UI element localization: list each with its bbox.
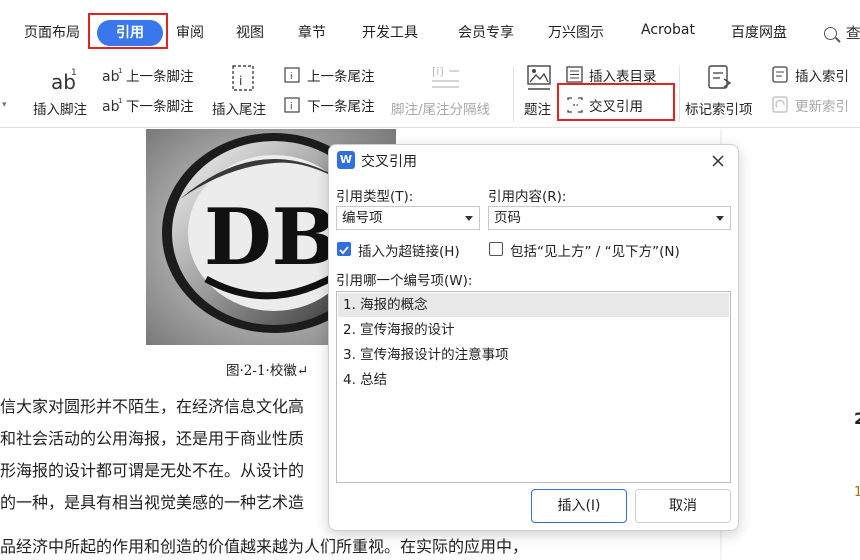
chevron-down-icon — [465, 216, 473, 221]
prev-endnote-label: 上一条尾注 — [307, 69, 375, 85]
tab-baidu-netdisk[interactable]: 百度网盘 — [731, 22, 787, 42]
next-footnote-button[interactable]: ab 1 下一条脚注 — [102, 95, 194, 115]
ref-content-value: 页码 — [494, 210, 521, 226]
tab-page-layout[interactable]: 页面布局 — [24, 22, 80, 42]
insert-table-of-figures-button[interactable]: 插入表目录 — [565, 65, 657, 85]
update-index-icon — [771, 96, 791, 114]
next-endnote-button[interactable]: i 下一条尾注 — [283, 95, 375, 115]
numbered-items-list[interactable]: 1. 海报的概念 2. 宣传海报的设计 3. 宣传海报设计的注意事项 4. 总结 — [336, 291, 731, 483]
caption-icon — [524, 62, 554, 94]
insert-footnote-button[interactable]: 插入脚注 — [33, 98, 87, 118]
cross-reference-icon — [565, 96, 585, 114]
insert-table-of-figures-label: 插入表目录 — [589, 69, 657, 85]
document-page-right[interactable]: 2 1 — [722, 129, 860, 560]
search-icon — [824, 27, 837, 40]
tab-member-exclusive[interactable]: 会员专享 — [458, 22, 514, 42]
svg-text:i: i — [290, 102, 293, 112]
svg-text:1: 1 — [71, 68, 77, 78]
ref-type-value: 编号项 — [342, 210, 383, 226]
svg-text:1: 1 — [118, 97, 122, 105]
cross-reference-dialog: W 交叉引用 引用类型(T): 编号项 引用内容(R): 页码 插入为超链接(H… — [328, 144, 739, 531]
paragraph-line: 信大家对圆形并不陌生，在经济信息文化高 — [0, 397, 305, 416]
include-above-below-label: 包括“见上方” / “见下方”(N) — [510, 244, 680, 260]
list-item[interactable]: 4. 总结 — [338, 368, 729, 392]
list-item[interactable]: 3. 宣传海报设计的注意事项 — [338, 343, 729, 367]
next-footnote-icon: ab 1 — [102, 96, 122, 115]
next-endnote-icon: i — [283, 96, 303, 114]
paragraph-line: 形海报的设计都可谓是无处不在。从设计的 — [0, 461, 305, 480]
insert-hyperlink-label: 插入为超链接(H) — [358, 244, 460, 260]
insert-footnote-icon: ab 1 — [46, 64, 80, 94]
close-icon — [712, 155, 724, 167]
checkmark-icon — [339, 246, 349, 255]
which-item-label: 引用哪一个编号项(W): — [336, 273, 473, 289]
dialog-title: 交叉引用 — [361, 154, 417, 170]
prev-endnote-icon: i — [283, 66, 303, 84]
list-item[interactable]: 2. 宣传海报的设计 — [338, 318, 729, 342]
ribbon-scroll-left-icon[interactable]: ▾ — [2, 100, 7, 110]
side-page-number: 1 — [854, 485, 860, 500]
list-item[interactable]: 1. 海报的概念 — [338, 293, 729, 317]
tab-acrobat[interactable]: Acrobat — [641, 22, 695, 38]
ribbon-toolbar: ▾ ab 1 插入脚注 ab 1 上一条脚注 ab 1 下一条脚注 i 插入尾注 i… — [0, 58, 860, 128]
ref-type-select[interactable]: 编号项 — [336, 206, 480, 230]
footnote-separator-button[interactable]: 脚注/尾注分隔线 — [391, 98, 490, 118]
cancel-button[interactable]: 取消 — [635, 489, 731, 523]
update-index-label: 更新索引 — [795, 99, 849, 115]
mark-index-entry-icon — [704, 62, 736, 94]
svg-text:i: i — [290, 72, 293, 82]
insert-endnote-button[interactable]: 插入尾注 — [212, 98, 266, 118]
tab-references[interactable]: 引用 — [97, 20, 163, 46]
include-above-below-checkbox[interactable] — [489, 242, 503, 256]
ref-content-select[interactable]: 页码 — [488, 206, 731, 230]
menu-tab-bar: 页面布局 引用 审阅 视图 章节 开发工具 会员专享 万兴图示 Acrobat … — [0, 0, 860, 58]
table-of-figures-icon — [565, 66, 585, 84]
next-footnote-label: 下一条脚注 — [126, 99, 194, 115]
ribbon-separator — [513, 66, 514, 122]
prev-footnote-icon: ab 1 — [102, 66, 122, 85]
search-label: 查 — [845, 24, 860, 42]
svg-text:DB: DB — [204, 192, 338, 283]
ref-type-label: 引用类型(T): — [336, 189, 414, 205]
paragraph-line: 品经济中所起的作用和创造的价值越来越为人们所重视。在实际的应用中， — [0, 537, 529, 556]
paragraph-line: 和社会活动的公用海报，还是用于商业性质 — [0, 429, 305, 448]
svg-text:ab: ab — [102, 99, 120, 114]
side-page-number: 2 — [854, 409, 860, 428]
tab-wondershare-diagram[interactable]: 万兴图示 — [548, 22, 604, 42]
search-button[interactable]: 查 — [824, 22, 860, 44]
next-endnote-label: 下一条尾注 — [307, 99, 375, 115]
tab-chapter[interactable]: 章节 — [298, 22, 326, 42]
insert-hyperlink-checkbox[interactable] — [337, 242, 351, 256]
tab-view[interactable]: 视图 — [236, 22, 264, 42]
cross-reference-button[interactable]: 交叉引用 — [565, 95, 643, 115]
prev-footnote-label: 上一条脚注 — [126, 69, 194, 85]
svg-text:i: i — [239, 74, 242, 88]
caption-button[interactable]: 题注 — [524, 98, 551, 118]
close-button[interactable] — [709, 152, 727, 170]
ref-content-label: 引用内容(R): — [488, 189, 567, 205]
cross-reference-label: 交叉引用 — [589, 99, 643, 115]
insert-index-label: 插入索引 — [795, 69, 849, 85]
wps-writer-logo-icon: W — [337, 151, 355, 169]
svg-text:ab: ab — [102, 69, 120, 84]
tab-review[interactable]: 审阅 — [176, 22, 204, 42]
chevron-down-icon — [716, 216, 724, 221]
svg-text:[i]: [i] — [432, 65, 444, 78]
svg-text:1: 1 — [118, 67, 122, 75]
mark-index-entry-button[interactable]: 标记索引项 — [685, 98, 753, 118]
update-index-button[interactable]: 更新索引 — [771, 95, 849, 115]
ribbon-separator — [679, 66, 680, 122]
prev-endnote-button[interactable]: i 上一条尾注 — [283, 65, 375, 85]
insert-index-button[interactable]: 插入索引 — [771, 65, 849, 85]
prev-footnote-button[interactable]: ab 1 上一条脚注 — [102, 65, 194, 85]
insert-index-icon — [771, 66, 791, 84]
insert-endnote-icon: i — [228, 62, 260, 94]
footnote-separator-icon: [i] — [428, 62, 462, 92]
insert-button[interactable]: 插入(I) — [531, 489, 627, 523]
figure-caption: 图·2-1·校徽↵ — [226, 363, 309, 379]
paragraph-line: 的一种，是具有相当视觉美感的一种艺术造 — [0, 493, 305, 512]
tab-developer-tools[interactable]: 开发工具 — [362, 22, 418, 42]
